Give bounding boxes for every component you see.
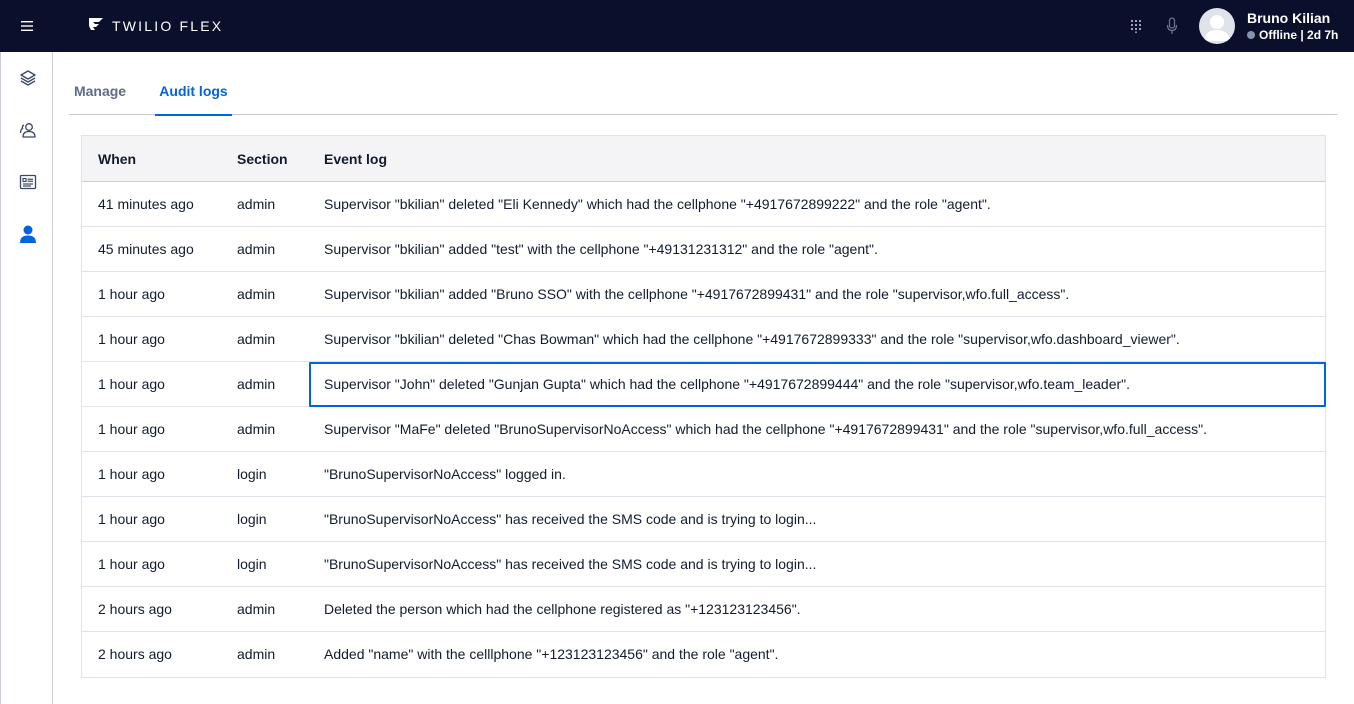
hamburger-icon[interactable] — [17, 16, 37, 36]
tab-audit-logs-label: Audit logs — [159, 83, 228, 99]
user-avatar-icon — [1204, 15, 1230, 41]
table-row[interactable]: 45 minutes ago admin Supervisor "bkilian… — [82, 227, 1325, 272]
cell-section: admin — [237, 241, 276, 257]
avatar[interactable] — [1199, 8, 1235, 44]
audit-log-table: When Section Event log 41 minutes ago ad… — [81, 135, 1326, 678]
cell-when: 1 hour ago — [98, 556, 165, 572]
table-header: When Section Event log — [82, 136, 1325, 182]
tab-manage-label: Manage — [73, 83, 127, 99]
user-status[interactable]: Offline | 2d 7h — [1247, 28, 1338, 42]
table-row[interactable]: 2 hours ago admin Deleted the person whi… — [82, 587, 1325, 632]
tab-audit-logs[interactable]: Audit logs — [155, 72, 232, 116]
cell-when: 2 hours ago — [98, 601, 172, 617]
cell-section: admin — [237, 601, 276, 617]
table-row[interactable]: 1 hour ago admin Supervisor "MaFe" delet… — [82, 407, 1325, 452]
brand-name: TWILIO FLEX — [112, 18, 224, 34]
table-row[interactable]: 1 hour ago admin Supervisor "John" delet… — [82, 362, 1326, 407]
side-nav — [0, 52, 53, 704]
cell-section: login — [237, 556, 267, 572]
status-dot-icon — [1247, 31, 1255, 39]
cell-when: 1 hour ago — [98, 286, 165, 302]
cell-event: Supervisor "bkilian" deleted "Eli Kenned… — [324, 196, 991, 212]
cell-section: admin — [237, 196, 276, 212]
cell-event: "BrunoSupervisorNoAccess" logged in. — [324, 466, 566, 482]
cell-event: "BrunoSupervisorNoAccess" has received t… — [324, 556, 817, 572]
cell-when: 2 hours ago — [98, 646, 172, 662]
cell-section: admin — [237, 286, 276, 302]
table-row[interactable]: 1 hour ago admin Supervisor "bkilian" ad… — [82, 272, 1325, 317]
column-header-when[interactable]: When — [98, 151, 136, 167]
cell-event: Supervisor "bkilian" deleted "Chas Bowma… — [324, 331, 1180, 347]
tab-manage[interactable]: Manage — [69, 72, 131, 115]
column-header-event-log[interactable]: Event log — [324, 151, 387, 167]
table-row[interactable]: 1 hour ago admin Supervisor "bkilian" de… — [82, 317, 1325, 362]
cell-event: Added "name" with the celllphone "+12312… — [324, 646, 779, 662]
cell-when: 1 hour ago — [98, 421, 165, 437]
cell-section: admin — [237, 646, 276, 662]
table-row[interactable]: 1 hour ago login "BrunoSupervisorNoAcces… — [82, 452, 1325, 497]
user-status-text: Offline | 2d 7h — [1259, 28, 1339, 42]
cell-when: 45 minutes ago — [98, 241, 194, 257]
cell-event: "BrunoSupervisorNoAccess" has received t… — [324, 511, 817, 527]
table-row[interactable]: 2 hours ago admin Added "name" with the … — [82, 632, 1325, 677]
cell-section: admin — [237, 376, 276, 392]
column-header-section[interactable]: Section — [237, 151, 288, 167]
cell-when: 1 hour ago — [98, 511, 165, 527]
tab-bar: Manage Audit logs — [69, 72, 1338, 116]
microphone-icon[interactable] — [1162, 15, 1182, 37]
table-row[interactable]: 1 hour ago login "BrunoSupervisorNoAcces… — [82, 497, 1325, 542]
cell-section: admin — [237, 421, 276, 437]
twilio-flex-logo — [88, 16, 104, 37]
cell-section: admin — [237, 331, 276, 347]
top-bar: TWILIO FLEX Bruno Kilian Offline | 2d 7h — [0, 0, 1354, 52]
cell-event: Supervisor "bkilian" added "test" with t… — [324, 241, 878, 257]
cell-event: Supervisor "MaFe" deleted "BrunoSupervis… — [324, 421, 1207, 437]
table-row[interactable]: 41 minutes ago admin Supervisor "bkilian… — [82, 182, 1325, 227]
cell-when: 1 hour ago — [98, 376, 165, 392]
admin-user-icon[interactable] — [15, 221, 41, 247]
dialpad-icon[interactable] — [1126, 16, 1146, 36]
cell-focus-outline — [309, 362, 1326, 407]
table-row[interactable]: 1 hour ago login "BrunoSupervisorNoAcces… — [82, 542, 1325, 587]
layers-icon[interactable] — [15, 65, 41, 91]
user-name: Bruno Kilian — [1247, 10, 1331, 26]
cell-section: login — [237, 466, 267, 482]
cell-when: 1 hour ago — [98, 466, 165, 482]
cell-event: Deleted the person which had the cellpho… — [324, 601, 801, 617]
cell-when: 41 minutes ago — [98, 196, 194, 212]
cell-section: login — [237, 511, 267, 527]
contact-card-icon[interactable] — [15, 169, 41, 195]
teams-icon[interactable] — [15, 117, 41, 143]
cell-when: 1 hour ago — [98, 331, 165, 347]
brand[interactable]: TWILIO FLEX — [88, 15, 223, 37]
cell-event: Supervisor "bkilian" added "Bruno SSO" w… — [324, 286, 1070, 302]
